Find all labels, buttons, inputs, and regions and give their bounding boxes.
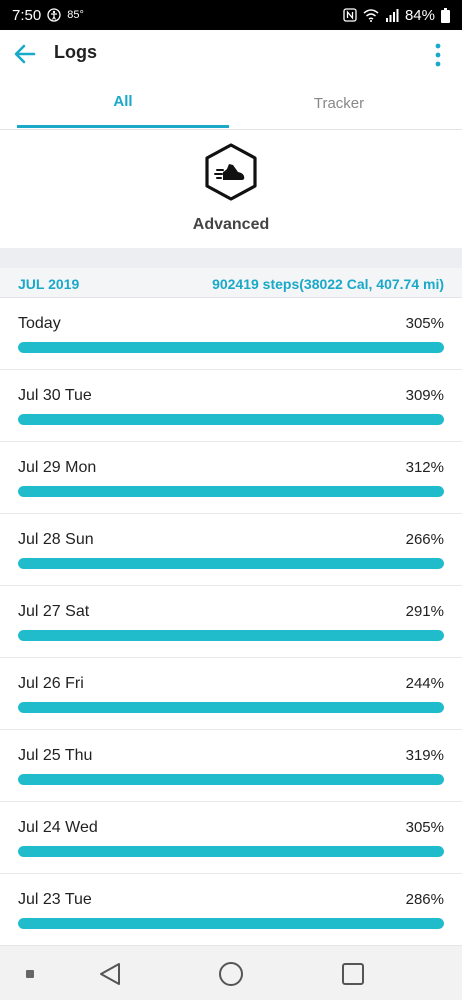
log-progress-fill (18, 414, 444, 425)
nav-back-button[interactable] (96, 960, 124, 988)
log-item[interactable]: Jul 30 Tue 309% (0, 370, 462, 442)
month-steps-summary: 902419 steps(38022 Cal, 407.74 mi) (212, 276, 444, 292)
nav-overview-button[interactable] (339, 960, 367, 988)
log-progress-bar (18, 342, 444, 353)
log-progress-fill (18, 846, 444, 857)
log-item[interactable]: Jul 29 Mon 312% (0, 442, 462, 514)
mode-label: Advanced (192, 216, 270, 233)
status-right: 84% (343, 7, 450, 24)
log-progress-fill (18, 774, 444, 785)
log-progress-bar (18, 918, 444, 929)
log-progress-fill (18, 486, 444, 497)
log-percent: 305% (405, 819, 444, 836)
nav-home-button[interactable] (216, 960, 246, 988)
overview-square-icon (342, 963, 364, 985)
log-item[interactable]: Jul 27 Sat 291% (0, 586, 462, 658)
log-progress-fill (18, 342, 444, 353)
month-summary-header: JUL 2019 902419 steps(38022 Cal, 407.74 … (0, 268, 462, 298)
log-item[interactable]: Jul 23 Tue 286% (0, 874, 462, 946)
back-button[interactable] (12, 42, 38, 66)
log-item[interactable]: Jul 24 Wed 305% (0, 802, 462, 874)
log-percent: 244% (405, 675, 444, 692)
status-battery-text: 84% (404, 6, 435, 24)
log-list: Today 305% Jul 30 Tue 309% Jul 29 Mon 31… (0, 298, 462, 946)
nfc-icon (343, 8, 357, 22)
recent-dot-button[interactable] (22, 960, 38, 988)
back-arrow-icon (14, 44, 36, 64)
status-temperature: 85° (67, 9, 84, 21)
log-percent: 312% (405, 459, 444, 476)
log-progress-bar (18, 486, 444, 497)
wifi-icon (363, 8, 379, 22)
system-nav-bar (0, 945, 462, 1000)
accessibility-icon (47, 8, 61, 22)
log-percent: 305% (405, 315, 444, 332)
status-bar: 7:50 85° 84% (0, 0, 462, 30)
log-item[interactable]: Today 305% (0, 298, 462, 370)
log-date: Today (18, 315, 61, 332)
log-progress-bar (18, 414, 444, 425)
signal-icon (385, 8, 399, 22)
log-item[interactable]: Jul 26 Fri 244% (0, 658, 462, 730)
log-date: Jul 29 Mon (18, 459, 97, 476)
app-bar: Logs (0, 30, 462, 78)
more-vert-icon (435, 43, 441, 67)
log-progress-fill (18, 702, 444, 713)
back-triangle-icon (100, 963, 120, 985)
log-date: Jul 26 Fri (18, 675, 84, 692)
section-divider (0, 248, 462, 268)
status-time: 7:50 (12, 6, 42, 24)
page-title: Logs (54, 42, 97, 62)
tab-bar: All Tracker (0, 78, 462, 130)
log-item[interactable]: Jul 28 Sun 266% (0, 514, 462, 586)
log-date: Jul 23 Tue (18, 891, 92, 908)
log-date: Jul 25 Thu (18, 747, 93, 764)
mode-header: Advanced (0, 130, 462, 248)
recent-dot-icon (26, 970, 34, 978)
log-percent: 319% (405, 747, 444, 764)
log-progress-fill (18, 630, 444, 641)
tab-all[interactable]: All (17, 78, 229, 128)
month-label: JUL 2019 (18, 276, 80, 292)
log-progress-fill (18, 918, 444, 929)
battery-icon (441, 7, 450, 23)
more-options-button[interactable] (428, 41, 448, 69)
log-progress-bar (18, 702, 444, 713)
log-percent: 286% (405, 891, 444, 908)
log-date: Jul 27 Sat (18, 603, 90, 620)
log-progress-bar (18, 846, 444, 857)
log-date: Jul 30 Tue (18, 387, 92, 404)
log-progress-bar (18, 774, 444, 785)
log-progress-fill (18, 558, 444, 569)
log-date: Jul 28 Sun (18, 531, 94, 548)
log-progress-bar (18, 558, 444, 569)
tab-tracker[interactable]: Tracker (233, 78, 445, 128)
log-percent: 266% (405, 531, 444, 548)
log-progress-bar (18, 630, 444, 641)
home-circle-icon (219, 962, 243, 986)
log-percent: 309% (405, 387, 444, 404)
running-shoe-icon (203, 142, 259, 202)
log-percent: 291% (405, 603, 444, 620)
status-left: 7:50 85° (12, 7, 84, 24)
log-date: Jul 24 Wed (18, 819, 98, 836)
log-item[interactable]: Jul 25 Thu 319% (0, 730, 462, 802)
